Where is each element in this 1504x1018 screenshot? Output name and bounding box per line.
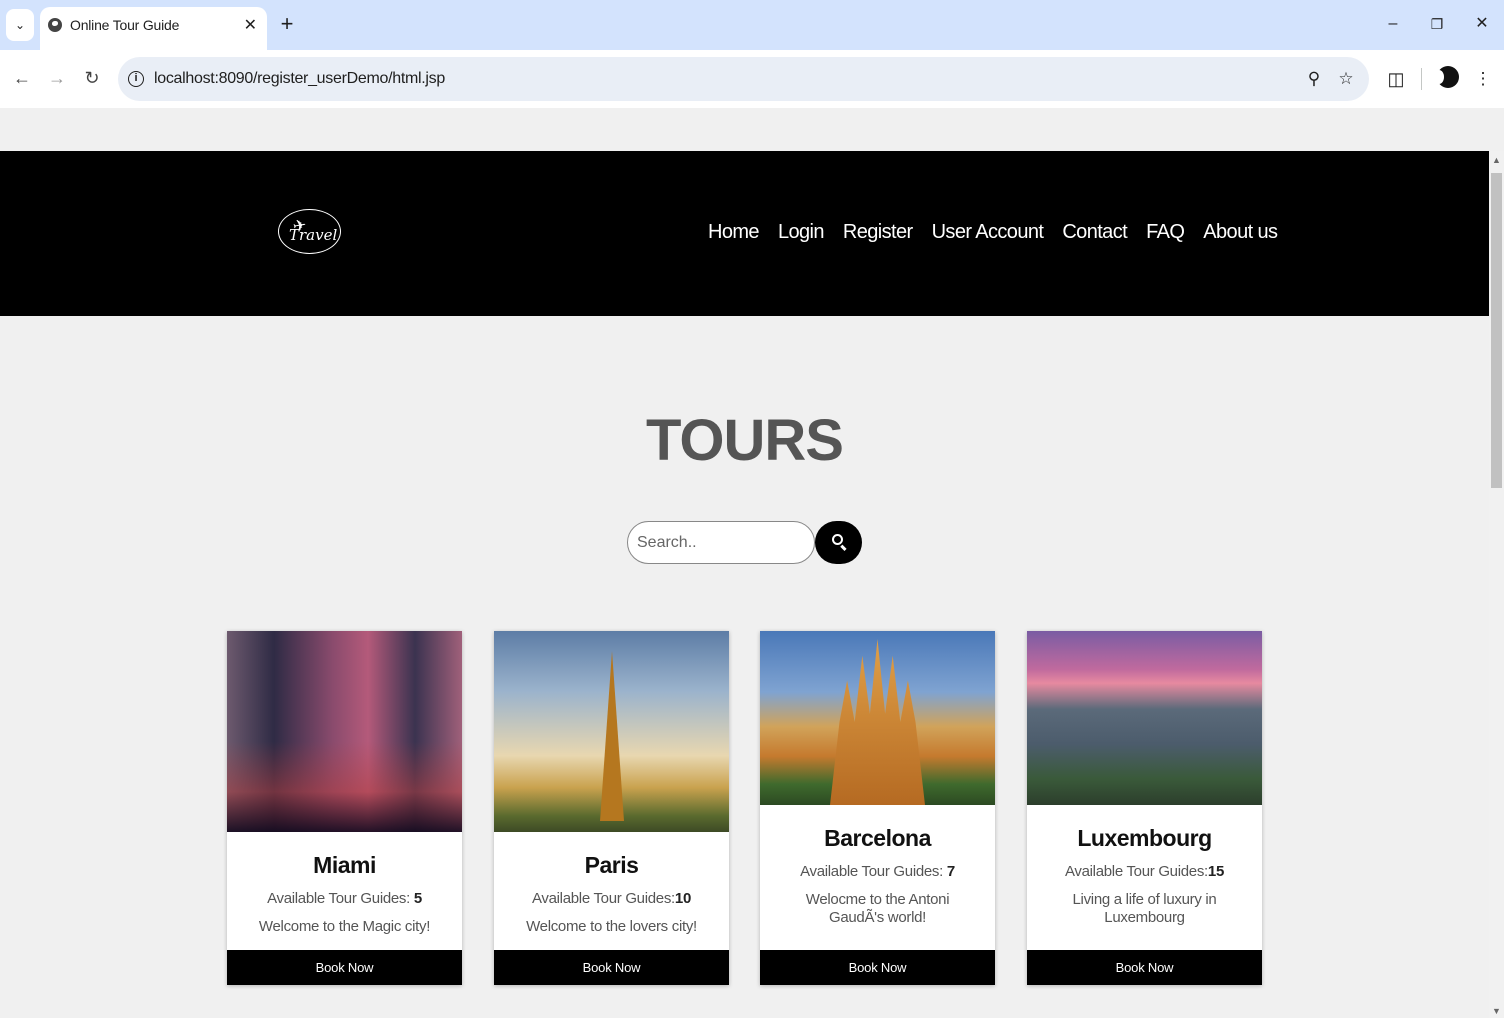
nav-about-us[interactable]: About us — [1203, 221, 1278, 244]
card-title: Luxembourg — [1077, 825, 1212, 851]
back-icon[interactable]: ← — [9, 65, 35, 91]
window-close-icon[interactable]: ✕ — [1470, 12, 1494, 36]
tab-title: Online Tour Guide — [70, 17, 180, 33]
card-guides: Available Tour Guides:15 — [1064, 863, 1225, 880]
paris-image — [494, 631, 729, 832]
browser-tab-strip: ⌄ Online Tour Guide ✕ + – ❐ ✕ — [0, 0, 1504, 50]
miami-image — [227, 631, 462, 832]
book-now-button[interactable]: Book Now — [760, 950, 995, 985]
nav-user-account[interactable]: User Account — [932, 221, 1044, 244]
url-text[interactable]: localhost:8090/register_userDemo/html.js… — [154, 70, 445, 88]
profile-avatar[interactable] — [1434, 66, 1459, 88]
info-icon[interactable]: i — [128, 71, 144, 87]
book-now-button[interactable]: Book Now — [1027, 950, 1262, 985]
search-button[interactable] — [815, 521, 862, 564]
travel-logo[interactable]: ✈ Travel — [278, 209, 341, 254]
browser-tab[interactable]: Online Tour Guide ✕ — [40, 7, 267, 50]
card-description: Welcome to the lovers city! — [526, 918, 697, 935]
card-title: Paris — [584, 852, 639, 878]
plus-icon[interactable]: + — [276, 10, 298, 38]
globe-icon — [48, 18, 62, 32]
scrollbar-thumb[interactable] — [1491, 173, 1502, 488]
tour-card-barcelona: Barcelona Available Tour Guides: 7 Weloc… — [760, 631, 995, 985]
toolbar-divider — [1421, 68, 1422, 90]
eiffel-tower-shape — [600, 651, 624, 821]
barcelona-image — [760, 631, 995, 805]
main-nav: Home Login Register User Account Contact… — [708, 221, 1278, 244]
book-now-button[interactable]: Book Now — [494, 950, 729, 985]
scroll-up-icon[interactable]: ▲ — [1492, 155, 1501, 165]
tab-search-icon[interactable]: ⌄ — [6, 9, 34, 41]
card-guides: Available Tour Guides: 5 — [267, 890, 422, 907]
search-input[interactable] — [627, 521, 815, 564]
menu-icon[interactable]: ⋮ — [1472, 68, 1494, 90]
nav-register[interactable]: Register — [843, 221, 913, 244]
page-scrollbar[interactable]: ▲ ▼ — [1489, 151, 1504, 1018]
browser-toolbar: ← → ↻ i localhost:8090/register_userDemo… — [0, 50, 1504, 108]
search-icon — [832, 534, 843, 545]
card-guides: Available Tour Guides: 7 — [800, 863, 955, 880]
tour-card-luxembourg: Luxembourg Available Tour Guides:15 Livi… — [1027, 631, 1262, 985]
nav-contact[interactable]: Contact — [1062, 221, 1127, 244]
extensions-icon[interactable]: ◫ — [1385, 68, 1407, 90]
restore-icon[interactable]: ❐ — [1425, 12, 1449, 36]
book-now-button[interactable]: Book Now — [227, 950, 462, 985]
close-icon[interactable]: ✕ — [244, 15, 257, 35]
site-header: ✈ Travel Home Login Register User Accoun… — [0, 151, 1489, 316]
luxembourg-image — [1027, 631, 1262, 805]
scroll-down-icon[interactable]: ▼ — [1492, 1006, 1501, 1016]
card-description: Welcome to the Magic city! — [258, 918, 431, 935]
nav-home[interactable]: Home — [708, 221, 760, 244]
star-icon[interactable]: ☆ — [1335, 68, 1357, 90]
tour-card-paris: Paris Available Tour Guides:10 Welcome t… — [494, 631, 729, 985]
tour-card-miami: Miami Available Tour Guides: 5 Welcome t… — [227, 631, 462, 985]
card-description: Welocme to the Antoni GaudÃ's world! — [805, 891, 950, 926]
minimize-icon[interactable]: – — [1381, 12, 1405, 36]
card-title: Barcelona — [824, 825, 931, 851]
reload-icon[interactable]: ↻ — [79, 65, 105, 91]
card-guides: Available Tour Guides:10 — [531, 890, 692, 907]
sagrada-familia-shape — [830, 639, 925, 805]
address-bar[interactable]: i localhost:8090/register_userDemo/html.… — [118, 57, 1369, 101]
zoom-icon[interactable]: ⚲ — [1303, 68, 1325, 90]
forward-icon[interactable]: → — [44, 65, 70, 91]
nav-faq[interactable]: FAQ — [1146, 221, 1185, 244]
logo-text: Travel — [289, 226, 338, 244]
page-title: TOURS — [646, 408, 844, 473]
card-title: Miami — [313, 852, 376, 878]
card-description: Living a life of luxury in Luxembourg — [1072, 891, 1217, 926]
nav-login[interactable]: Login — [778, 221, 825, 244]
